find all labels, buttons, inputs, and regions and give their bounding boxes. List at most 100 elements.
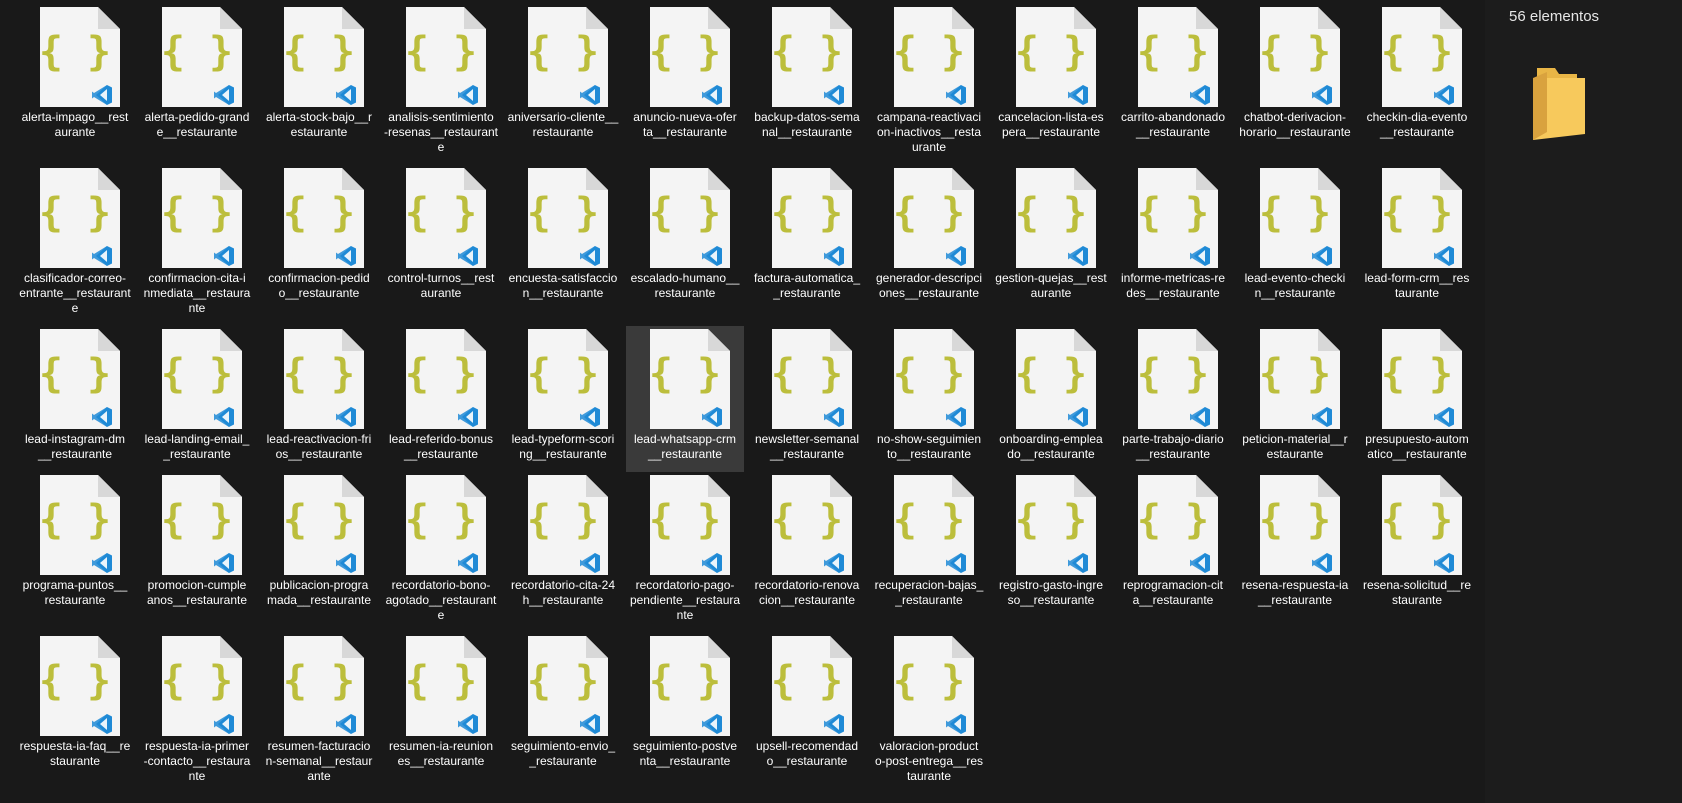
- json-file-icon: { }: [650, 636, 730, 736]
- json-file-icon: { }: [894, 7, 974, 107]
- file-item[interactable]: { } clasificador-correo-entrante__restaur…: [16, 161, 134, 315]
- svg-text:{ }: { }: [650, 351, 721, 397]
- folder-icon: [1525, 64, 1593, 149]
- file-grid: { } alerta-impago__rest aurante { } alerta-p…: [0, 0, 1485, 803]
- svg-text:{ }: { }: [406, 497, 477, 543]
- file-item[interactable]: { } resena-solicitud__re staurante: [1358, 468, 1476, 621]
- file-name: lead-typeform-scori ng__restaurante: [511, 432, 615, 461]
- json-file-icon: { }: [772, 636, 852, 736]
- file-name: seguimiento-envio_ _restaurante: [510, 739, 616, 768]
- file-item[interactable]: { } presupuesto-autom atico__restaurante: [1358, 322, 1476, 461]
- file-item[interactable]: { } cancelacion-lista-es pera__restaurante: [992, 0, 1110, 153]
- json-file-icon: { }: [528, 475, 608, 575]
- file-item[interactable]: { } confirmacion-cita-i nmediata__restaura…: [138, 161, 256, 315]
- json-file-icon: { }: [284, 329, 364, 429]
- file-item[interactable]: { } upsell-recomendad o__restaurante: [748, 629, 866, 791]
- svg-text:{ }: { }: [162, 497, 233, 543]
- item-count: 56 elementos: [1509, 8, 1600, 25]
- file-item[interactable]: { } lead-form-crm__res taurante: [1358, 161, 1476, 314]
- svg-text:{ }: { }: [284, 351, 355, 397]
- file-item[interactable]: { } lead-typeform-scori ng__restaurante: [504, 322, 622, 461]
- file-item[interactable]: { } gestion-quejas__rest aurante: [992, 161, 1110, 314]
- file-item[interactable]: { } confirmacion-pedid o__restaurante: [260, 161, 378, 314]
- svg-text:{ }: { }: [406, 351, 477, 397]
- file-item[interactable]: { } parte-trabajo-diario __restaurante: [1114, 322, 1232, 461]
- file-name: lead-instagram-dm __restaurante: [24, 432, 126, 461]
- file-item[interactable]: { } valoracion-product o-post-entrega__res…: [870, 629, 988, 791]
- svg-text:{ }: { }: [1016, 29, 1087, 75]
- file-name: encuesta-satisfaccio n__restaurante: [508, 271, 618, 300]
- file-item[interactable]: { } alerta-impago__rest aurante: [16, 0, 134, 153]
- file-name: reprogramacion-cit a__restaurante: [1122, 578, 1224, 607]
- file-item[interactable]: { } lead-reactivacion-fri os__restaurante: [260, 322, 378, 461]
- svg-text:{ }: { }: [772, 351, 843, 397]
- file-name: lead-whatsapp-crm __restaurante: [633, 432, 737, 461]
- file-name: escalado-humano__ restaurante: [630, 271, 740, 300]
- file-item[interactable]: { } resumen-facturacio n-semanal__restaur a…: [260, 629, 378, 791]
- file-item[interactable]: { } backup-datos-sema nal__restaurante: [748, 0, 866, 153]
- file-item[interactable]: { } alerta-pedido-grand e__restaurante: [138, 0, 256, 153]
- json-file-icon: { }: [1138, 475, 1218, 575]
- file-item[interactable]: { } alerta-stock-bajo__r estaurante: [260, 0, 378, 153]
- svg-text:{ }: { }: [1260, 497, 1331, 543]
- file-item[interactable]: { } resena-respuesta-ia __restaurante: [1236, 468, 1354, 621]
- file-name: lead-referido-bonus __restaurante: [388, 432, 494, 461]
- file-item[interactable]: { } registro-gasto-ingre so__restaurante: [992, 468, 1110, 621]
- file-item[interactable]: { } informe-metricas-re des__restaurante: [1114, 161, 1232, 314]
- json-file-icon: { }: [1382, 329, 1462, 429]
- file-item[interactable]: { } respuesta-ia-faq__re staurante: [16, 629, 134, 791]
- svg-text:{ }: { }: [894, 497, 965, 543]
- svg-text:{ }: { }: [528, 497, 599, 543]
- file-name: recordatorio-pago-pendiente__restaura nte: [629, 578, 741, 622]
- file-item[interactable]: { } chatbot-derivacion-horario__restauran…: [1236, 0, 1354, 153]
- file-name: cancelacion-lista-es pera__restaurante: [998, 110, 1104, 139]
- svg-text:{ }: { }: [528, 658, 599, 704]
- file-name: chatbot-derivacion-horario__restaurante: [1239, 110, 1351, 139]
- file-item[interactable]: { } no-show-seguimien to__restaurante: [870, 322, 988, 461]
- svg-text:{ }: { }: [1382, 351, 1453, 397]
- file-name: aniversario-cliente__ restaurante: [507, 110, 619, 139]
- json-file-icon: { }: [772, 7, 852, 107]
- file-item[interactable]: { } lead-referido-bonus __restaurante: [382, 322, 500, 461]
- file-item[interactable]: { } control-turnos__rest aurante: [382, 161, 500, 314]
- file-item[interactable]: { } recordatorio-pago-pendiente__restaura…: [626, 468, 744, 622]
- json-file-icon: { }: [162, 636, 242, 736]
- file-item[interactable]: { } generador-descripci ones__restaurante: [870, 161, 988, 314]
- svg-text:{ }: { }: [1260, 29, 1331, 75]
- file-item[interactable]: { } anuncio-nueva-ofer ta__restaurante: [626, 0, 744, 153]
- svg-text:{ }: { }: [1382, 497, 1453, 543]
- file-item[interactable]: { } newsletter-semanal __restaurante: [748, 322, 866, 461]
- file-name: lead-form-crm__res taurante: [1364, 271, 1470, 300]
- svg-text:{ }: { }: [650, 29, 721, 75]
- file-item[interactable]: { } lead-instagram-dm __restaurante: [16, 322, 134, 461]
- file-item[interactable]: { } publicacion-progra mada__restaurante: [260, 468, 378, 621]
- file-item[interactable]: { } recordatorio-cita-24 h__restaurante: [504, 468, 622, 621]
- file-item[interactable]: { } lead-evento-checki n__restaurante: [1236, 161, 1354, 314]
- file-item[interactable]: { } seguimiento-postve nta__restaurante: [626, 629, 744, 791]
- file-item[interactable]: { } onboarding-emplea do__restaurante: [992, 322, 1110, 461]
- svg-text:{ }: { }: [772, 497, 843, 543]
- file-item[interactable]: { } programa-puntos__ restaurante: [16, 468, 134, 621]
- file-item[interactable]: { } seguimiento-envio_ _restaurante: [504, 629, 622, 791]
- file-item[interactable]: { } recordatorio-renova cion__restaurante: [748, 468, 866, 621]
- svg-text:{ }: { }: [40, 497, 111, 543]
- file-item[interactable]: { } checkin-dia-evento __restaurante: [1358, 0, 1476, 153]
- file-item[interactable]: { } recordatorio-bono-agotado__restaurant…: [382, 468, 500, 622]
- file-item[interactable]: { } resumen-ia-reunion es__restaurante: [382, 629, 500, 791]
- file-item[interactable]: { } lead-whatsapp-crm __restaurante: [626, 326, 744, 472]
- file-item[interactable]: { } respuesta-ia-primer -contacto__restaur…: [138, 629, 256, 791]
- file-item[interactable]: { } analisis-sentimiento -resenas__restaur…: [382, 0, 500, 154]
- file-name: upsell-recomendad o__restaurante: [755, 739, 859, 768]
- file-item[interactable]: { } encuesta-satisfaccio n__restaurante: [504, 161, 622, 314]
- file-item[interactable]: { } lead-landing-email_ _restaurante: [138, 322, 256, 461]
- file-item[interactable]: { } peticion-material__r estaurante: [1236, 322, 1354, 461]
- svg-text:{ }: { }: [162, 190, 233, 236]
- file-item[interactable]: { } promocion-cumple anos__restaurante: [138, 468, 256, 621]
- file-item[interactable]: { } aniversario-cliente__ restaurante: [504, 0, 622, 153]
- file-item[interactable]: { } escalado-humano__ restaurante: [626, 161, 744, 314]
- file-item[interactable]: { } carrito-abandonado __restaurante: [1114, 0, 1232, 153]
- file-item[interactable]: { } recuperacion-bajas_ _restaurante: [870, 468, 988, 621]
- file-item[interactable]: { } reprogramacion-cit a__restaurante: [1114, 468, 1232, 621]
- file-item[interactable]: { } factura-automatica_ _restaurante: [748, 161, 866, 314]
- file-item[interactable]: { } campana-reactivaci on-inactivos__resta…: [870, 0, 988, 154]
